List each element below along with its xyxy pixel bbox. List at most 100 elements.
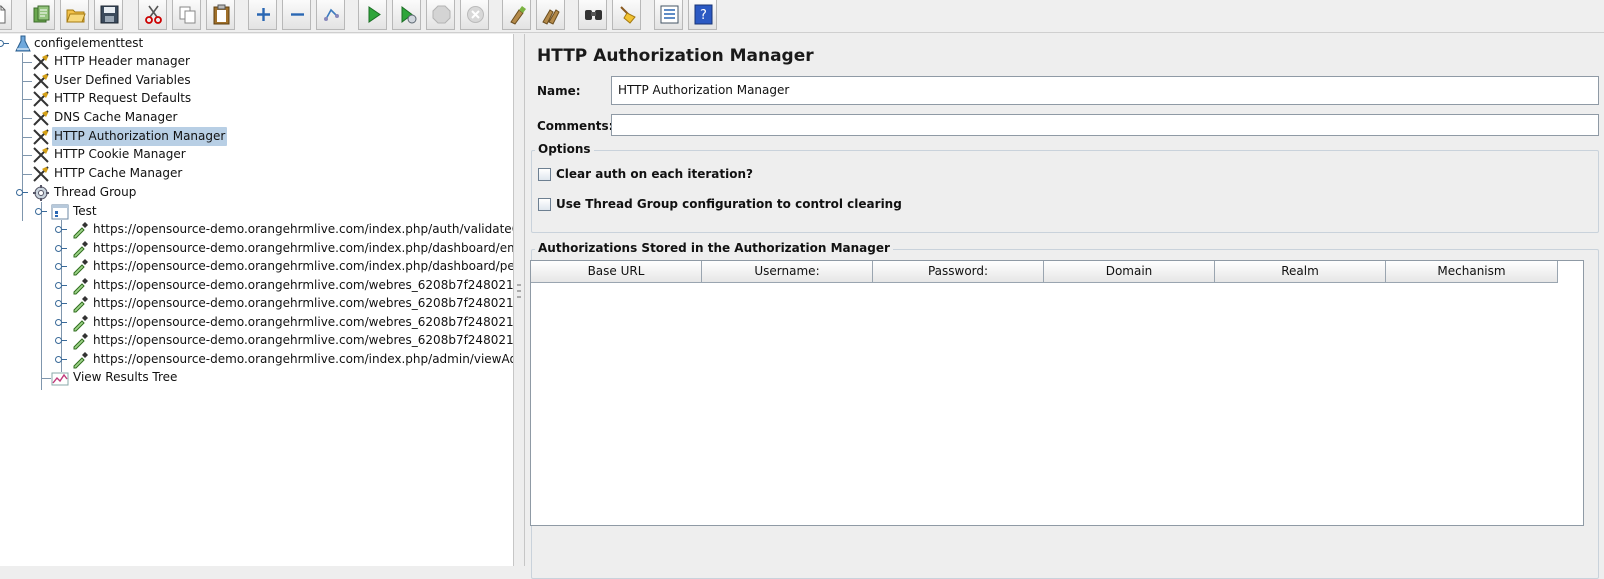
search-icon xyxy=(585,10,602,20)
pipette-icon xyxy=(73,222,88,239)
start-button[interactable] xyxy=(358,0,387,30)
tree-node-label: View Results Tree xyxy=(73,370,178,384)
options-title: Options xyxy=(535,142,594,156)
tree-toggle-handle[interactable] xyxy=(55,319,67,326)
tree-node-label: https://opensource-demo.orangehrmlive.co… xyxy=(93,222,514,236)
clear-button[interactable] xyxy=(502,0,531,30)
clear-all-icon xyxy=(542,9,560,25)
cut-button[interactable] xyxy=(138,0,167,30)
save-icon xyxy=(100,5,119,24)
tree-toggle-handle[interactable] xyxy=(55,356,67,363)
thread-group-icon xyxy=(33,185,49,201)
toggle-icon xyxy=(324,8,339,21)
tree-node-label: https://opensource-demo.orangehrmlive.co… xyxy=(93,333,514,347)
column-header-password[interactable]: Password: xyxy=(873,261,1044,283)
comments-field[interactable] xyxy=(611,114,1599,136)
tree-node-label: https://opensource-demo.orangehrmlive.co… xyxy=(93,241,514,255)
clear-auth-each-iteration-checkbox[interactable] xyxy=(538,168,551,181)
column-header-domain[interactable]: Domain xyxy=(1044,261,1215,283)
tree-node-label: DNS Cache Manager xyxy=(54,110,178,124)
help-button[interactable]: ? xyxy=(688,0,717,30)
config-element-icon xyxy=(33,129,49,145)
start-icon xyxy=(368,6,381,23)
tree-node-label: HTTP Request Defaults xyxy=(54,91,192,105)
tree-toggle-handle[interactable] xyxy=(0,40,9,47)
collapse-all-button[interactable] xyxy=(282,0,311,30)
table-header: Base URL Username: Password: Domain Real… xyxy=(531,261,1583,283)
pipette-icon xyxy=(73,315,88,332)
tree-toggle-handle[interactable] xyxy=(55,245,67,252)
start-no-pauses-button[interactable] xyxy=(392,0,421,30)
svg-text:?: ? xyxy=(700,8,707,23)
config-element-icon xyxy=(33,166,49,182)
clear-all-button[interactable] xyxy=(536,0,565,30)
column-header-base-url[interactable]: Base URL xyxy=(531,261,702,283)
reset-search-button[interactable] xyxy=(612,0,641,30)
new-icon xyxy=(0,5,6,24)
test-plan-icon xyxy=(15,35,31,52)
tree-toggle-handle[interactable] xyxy=(35,208,47,215)
tree-toggle-handle[interactable] xyxy=(55,300,67,307)
comments-label: Comments: xyxy=(537,119,614,133)
new-button[interactable] xyxy=(0,0,12,30)
expand-all-button[interactable] xyxy=(248,0,277,30)
tree-node-label: HTTP Authorization Manager xyxy=(52,127,228,146)
tree-line xyxy=(61,220,62,372)
clear-icon xyxy=(510,6,526,25)
tree-toggle-handle[interactable] xyxy=(55,226,67,233)
templates-icon xyxy=(33,5,50,23)
copy-icon xyxy=(179,6,196,24)
tree-line xyxy=(41,202,42,390)
open-button[interactable] xyxy=(60,0,89,30)
pipette-icon xyxy=(73,352,88,369)
tree-node-label: Test xyxy=(73,204,97,218)
listener-icon xyxy=(51,372,69,386)
tree-node-label: Thread Group xyxy=(54,185,137,199)
use-thread-group-config-label: Use Thread Group configuration to contro… xyxy=(556,197,902,211)
shutdown-button[interactable] xyxy=(460,0,489,30)
templates-button[interactable] xyxy=(26,0,55,30)
tree-toggle-handle[interactable] xyxy=(16,189,28,196)
expand-icon xyxy=(257,8,270,21)
tree-node-label: User Defined Variables xyxy=(54,73,191,87)
save-button[interactable] xyxy=(94,0,123,30)
config-element-icon xyxy=(33,54,49,70)
split-pane-divider[interactable] xyxy=(513,34,525,566)
copy-button[interactable] xyxy=(172,0,201,30)
authorizations-table[interactable]: Base URL Username: Password: Domain Real… xyxy=(530,260,1584,526)
paste-icon xyxy=(213,4,230,25)
stop-button[interactable] xyxy=(426,0,455,30)
options-group: Options Clear auth on each iteration? Us… xyxy=(531,142,1599,233)
start-no-pauses-icon xyxy=(401,6,417,24)
authorizations-title: Authorizations Stored in the Authorizati… xyxy=(535,241,893,255)
test-plan-tree: configelementtest HTTP Header manager Us… xyxy=(0,34,514,566)
tree-node-label: https://opensource-demo.orangehrmlive.co… xyxy=(93,259,514,273)
tree-node-label: https://opensource-demo.orangehrmlive.co… xyxy=(93,278,514,292)
function-helper-button[interactable] xyxy=(654,0,683,30)
pipette-icon xyxy=(73,259,88,276)
column-header-username[interactable]: Username: xyxy=(702,261,873,283)
stop-icon xyxy=(432,5,451,24)
collapse-icon xyxy=(291,13,304,16)
column-header-realm[interactable]: Realm xyxy=(1215,261,1386,283)
tree-node-label: HTTP Cache Manager xyxy=(54,166,183,180)
reset-search-icon xyxy=(620,6,636,24)
toolbar: ? xyxy=(0,0,1604,33)
tree-toggle-handle[interactable] xyxy=(55,282,67,289)
config-element-icon xyxy=(33,91,49,107)
page-title: HTTP Authorization Manager xyxy=(537,46,814,66)
name-label: Name: xyxy=(537,84,581,98)
column-header-mechanism[interactable]: Mechanism xyxy=(1386,261,1558,283)
config-element-icon xyxy=(33,73,49,89)
toggle-button[interactable] xyxy=(316,0,345,30)
tree-toggle-handle[interactable] xyxy=(55,337,67,344)
tree-node-label: HTTP Cookie Manager xyxy=(54,147,186,161)
search-button[interactable] xyxy=(578,0,607,30)
tree-toggle-handle[interactable] xyxy=(55,263,67,270)
cut-icon xyxy=(145,5,162,24)
use-thread-group-config-checkbox[interactable] xyxy=(538,198,551,211)
paste-button[interactable] xyxy=(206,0,235,30)
pipette-icon xyxy=(73,333,88,350)
tree-node-label: https://opensource-demo.orangehrmlive.co… xyxy=(93,352,514,366)
name-field[interactable]: HTTP Authorization Manager xyxy=(611,76,1599,105)
